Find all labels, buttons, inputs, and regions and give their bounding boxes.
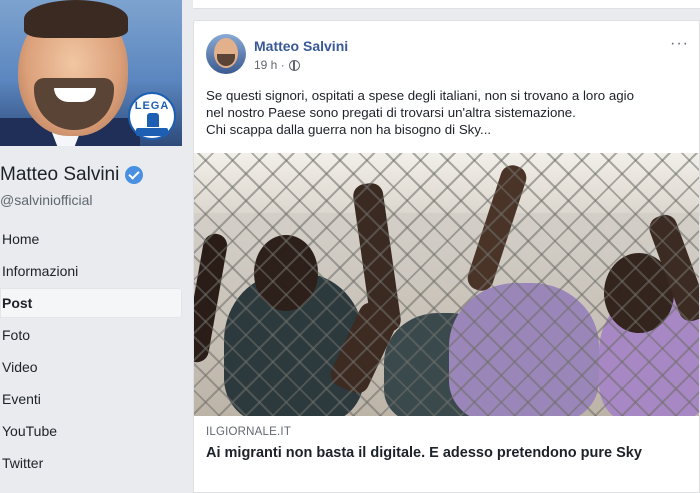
post-text: Se questi signori, ospitati a spese degl…	[206, 87, 691, 138]
lega-logo-tag	[136, 128, 168, 136]
author-avatar[interactable]	[206, 34, 246, 74]
page-name[interactable]: Matteo Salvini	[0, 164, 144, 186]
profile-picture[interactable]: LEGA	[0, 0, 182, 146]
page-handle[interactable]: @salviniofficial	[0, 192, 93, 208]
post-text-line: Se questi signori, ospitati a spese degl…	[206, 88, 634, 103]
link-preview-image[interactable]	[194, 153, 699, 416]
link-source: ILGIORNALE.IT	[206, 426, 292, 438]
post-card: Matteo Salvini 19 h · ··· Se questi sign…	[193, 20, 700, 493]
post-text-line: nel nostro Paese sono pregati di trovars…	[206, 105, 576, 120]
nav-item-twitter[interactable]: Twitter	[0, 448, 182, 478]
nav-item-post[interactable]: Post	[0, 288, 182, 318]
more-options-icon[interactable]: ···	[670, 35, 689, 53]
lega-logo: LEGA	[128, 92, 176, 140]
page-name-label: Matteo Salvini	[0, 164, 120, 185]
link-title[interactable]: Ai migranti non basta il digitale. E ade…	[206, 444, 686, 463]
nav-item-video[interactable]: Video	[0, 352, 182, 382]
lega-warrior-icon	[147, 113, 159, 127]
previous-post-edge	[193, 0, 700, 9]
page-nav: Home Informazioni Post Foto Video Eventi…	[0, 224, 182, 480]
nav-item-eventi[interactable]: Eventi	[0, 384, 182, 414]
lega-logo-text: LEGA	[134, 100, 170, 112]
profile-hair	[24, 0, 128, 38]
nav-item-foto[interactable]: Foto	[0, 320, 182, 350]
nav-item-home[interactable]: Home	[0, 224, 182, 254]
verified-badge-icon	[125, 166, 144, 184]
post-author[interactable]: Matteo Salvini	[254, 38, 348, 54]
post-text-line: Chi scappa dalla guerra non ha bisogno d…	[206, 122, 492, 137]
globe-icon	[288, 59, 300, 71]
post-timestamp[interactable]: 19 h ·	[254, 58, 285, 72]
nav-item-informazioni[interactable]: Informazioni	[0, 256, 182, 286]
page-sidebar: LEGA Matteo Salvini @salviniofficial Hom…	[0, 0, 186, 493]
nav-item-youtube[interactable]: YouTube	[0, 416, 182, 446]
post-meta: 19 h ·	[254, 58, 300, 72]
chain-link-fence	[194, 153, 699, 416]
